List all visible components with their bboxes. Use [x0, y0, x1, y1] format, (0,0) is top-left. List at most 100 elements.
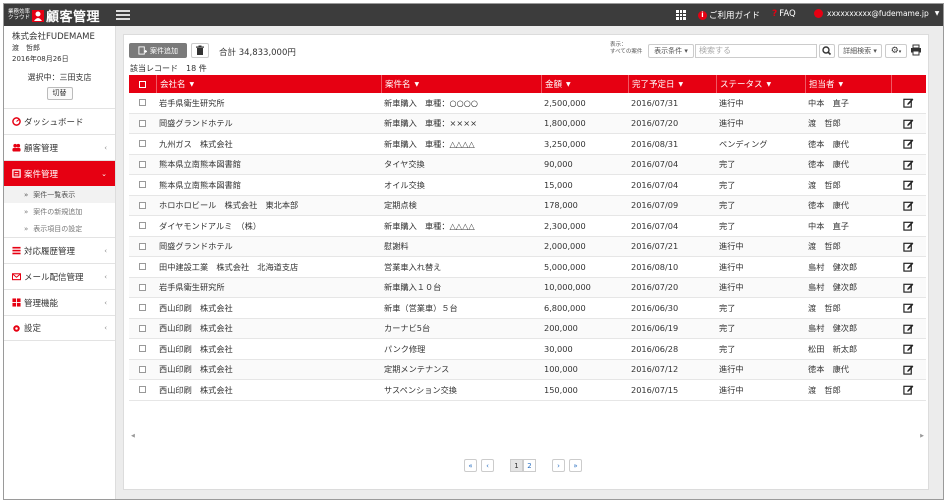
table-row[interactable]: 熊本県立南熊本図書館 オイル交換 15,000 2016/07/04 完了 渡 哲郎 [129, 175, 926, 196]
row-checkbox[interactable] [139, 99, 146, 107]
sidebar-item-deals[interactable]: 案件管理 ⌄ [4, 160, 115, 186]
table-row[interactable]: 西山印刷 株式会社 パンク修理 30,000 2016/06/28 完了 松田 新太郎 [129, 339, 926, 360]
table-row[interactable]: ホロホロビール 株式会社 東北本部 定期点検 178,000 2016/07/09 完了… [129, 195, 926, 216]
first-page-button[interactable]: « [464, 459, 477, 472]
table-row[interactable]: 西山印刷 株式会社 カーナビ5台 200,000 2016/06/19 完了 島村 健次郎 [129, 318, 926, 339]
row-checkbox[interactable] [139, 345, 146, 353]
delete-button[interactable] [191, 43, 209, 58]
edit-icon[interactable] [903, 179, 914, 190]
table-row[interactable]: 岩手県衛生研究所 新車購入１０台 10,000,000 2016/07/20 進行中 島村… [129, 277, 926, 298]
row-checkbox[interactable] [139, 386, 146, 394]
search-button[interactable] [819, 44, 835, 58]
row-checkbox[interactable] [139, 304, 146, 312]
table-row[interactable]: 西山印刷 株式会社 サスペンション交換 150,000 2016/07/15 進行中 渡 … [129, 380, 926, 401]
settings-dropdown[interactable]: ⚙▾ [885, 44, 907, 58]
row-checkbox[interactable] [139, 201, 146, 209]
next-page-button[interactable]: › [552, 459, 565, 472]
app-window: 業務効率クラウド 顧客管理 i ご利用ガイド ? FAQ xxxxxxxxxx@… [3, 3, 944, 500]
edit-icon[interactable] [903, 364, 914, 375]
sidebar-item-label: 管理機能 [24, 298, 59, 309]
table-row[interactable]: 岡盛グランドホテル 新車購入 車種：×××× 1,800,000 2016/07/20… [129, 113, 926, 134]
chevron-left-icon: ‹ [104, 298, 107, 307]
select-all-checkbox[interactable] [139, 80, 146, 88]
cell-amount: 30,000 [544, 343, 573, 354]
row-checkbox[interactable] [139, 242, 146, 250]
edit-icon[interactable] [903, 384, 914, 395]
edit-icon[interactable] [903, 138, 914, 149]
cell-due-date: 2016/07/21 [631, 241, 679, 252]
last-page-button[interactable]: » [569, 459, 582, 472]
page-button-2[interactable]: 2 [523, 459, 536, 472]
edit-icon[interactable] [903, 241, 914, 252]
add-deal-button[interactable]: 案件追加 [129, 43, 187, 58]
row-checkbox[interactable] [139, 119, 146, 127]
guide-link[interactable]: i ご利用ガイド [698, 9, 760, 21]
row-checkbox[interactable] [139, 181, 146, 189]
sidebar-item-settings[interactable]: 設定 ‹ [4, 315, 115, 341]
sidebar-item-admin[interactable]: 管理機能 ‹ [4, 289, 115, 315]
sidebar-item-mail[interactable]: メール配信管理 ‹ [4, 263, 115, 289]
table-row[interactable]: 岡盛グランドホテル 慰謝料 2,000,000 2016/07/21 進行中 渡 哲郎 [129, 236, 926, 257]
row-checkbox[interactable] [139, 222, 146, 230]
cell-status: 完了 [719, 200, 736, 211]
table-row[interactable]: 九州ガス 株式会社 新車購入 車種：△△△△ 3,250,000 2016/08/31… [129, 134, 926, 155]
column-header-status[interactable]: ステータス ▼ [716, 75, 805, 93]
cell-owner: 島村 健次郎 [808, 261, 858, 272]
column-header-company[interactable]: 会社名 ▼ [156, 75, 381, 93]
faq-link[interactable]: ? FAQ [772, 9, 796, 19]
column-header-deal[interactable]: 案件名 ▼ [381, 75, 541, 93]
subitem-display-settings[interactable]: » 表示項目の設定 [4, 220, 115, 237]
switch-branch-button[interactable]: 切替 [46, 87, 73, 100]
row-checkbox[interactable] [139, 263, 146, 271]
subitem-deal-list[interactable]: » 案件一覧表示 [4, 186, 115, 203]
sidebar-item-history[interactable]: 対応履歴管理 ‹ [4, 237, 115, 263]
table-row[interactable]: 田中建設工業 株式会社 北海道支店 営業車入れ替え 5,000,000 2016/08… [129, 257, 926, 278]
column-header-owner[interactable]: 担当者 ▼ [805, 75, 891, 93]
user-menu[interactable]: xxxxxxxxxx@fudemame.jp ▼ [814, 9, 939, 18]
menu-toggle-icon[interactable] [116, 8, 130, 22]
sidebar-item-customers[interactable]: 顧客管理 ‹ [4, 134, 115, 160]
edit-icon[interactable] [903, 200, 914, 211]
subitem-deal-new[interactable]: » 案件の新規追加 [4, 203, 115, 220]
row-checkbox[interactable] [139, 140, 146, 148]
page-button-1[interactable]: 1 [510, 459, 523, 472]
table-row[interactable]: 熊本県立南熊本図書館 タイヤ交換 90,000 2016/07/04 完了 徳本 康代 [129, 154, 926, 175]
table-row[interactable]: 岩手県衛生研究所 新車購入 車種：○○○○ 2,500,000 2016/07/31 進… [129, 93, 926, 114]
sidebar-item-label: 対応履歴管理 [24, 246, 76, 257]
prev-page-button[interactable]: ‹ [481, 459, 494, 472]
table-row[interactable]: 西山印刷 株式会社 新車（営業車）５台 6,800,000 2016/06/30 完了 渡… [129, 298, 926, 319]
row-checkbox[interactable] [139, 160, 146, 168]
brand-logo[interactable]: 業務効率クラウド 顧客管理 [8, 6, 100, 25]
horizontal-scrollbar[interactable]: ◀ ▶ [129, 432, 926, 440]
edit-icon[interactable] [903, 159, 914, 170]
edit-icon[interactable] [903, 302, 914, 313]
column-header-amount[interactable]: 金額 ▼ [541, 75, 628, 93]
edit-icon[interactable] [903, 343, 914, 354]
cell-deal: 新車購入 車種：○○○○ [384, 97, 479, 108]
display-scope-label: 表示： [610, 42, 627, 48]
edit-icon[interactable] [903, 118, 914, 129]
display-condition-dropdown[interactable]: 表示条件 ▾ [648, 44, 694, 58]
scroll-left-icon[interactable]: ◀ [131, 433, 135, 439]
table-row[interactable]: ダイヤモンドアルミ （株） 新車購入 車種：△△△△ 2,300,000 2016/0… [129, 216, 926, 237]
edit-icon[interactable] [903, 323, 914, 334]
search-input[interactable]: 検索する [695, 44, 817, 58]
faq-label: FAQ [779, 9, 796, 19]
cell-status: 進行中 [719, 261, 744, 272]
table-row[interactable]: 西山印刷 株式会社 定期メンテナンス 100,000 2016/07/12 進行中 徳本 … [129, 359, 926, 380]
row-checkbox[interactable] [139, 283, 146, 291]
edit-icon[interactable] [903, 261, 914, 272]
row-checkbox[interactable] [139, 324, 146, 332]
print-button[interactable] [910, 44, 924, 58]
edit-icon[interactable] [903, 97, 914, 108]
scroll-right-icon[interactable]: ▶ [920, 433, 924, 439]
sidebar-item-label: メール配信管理 [24, 272, 84, 283]
row-checkbox[interactable] [139, 365, 146, 373]
column-header-due-date[interactable]: 完了予定日 ▼ [628, 75, 716, 93]
edit-icon[interactable] [903, 282, 914, 293]
edit-icon[interactable] [903, 220, 914, 231]
chevron-left-icon: ‹ [104, 272, 107, 281]
advanced-search-button[interactable]: 詳細検索 ▾ [838, 44, 882, 58]
sidebar-item-dashboard[interactable]: ダッシュボード [4, 108, 115, 134]
apps-grid-icon[interactable] [676, 10, 686, 20]
